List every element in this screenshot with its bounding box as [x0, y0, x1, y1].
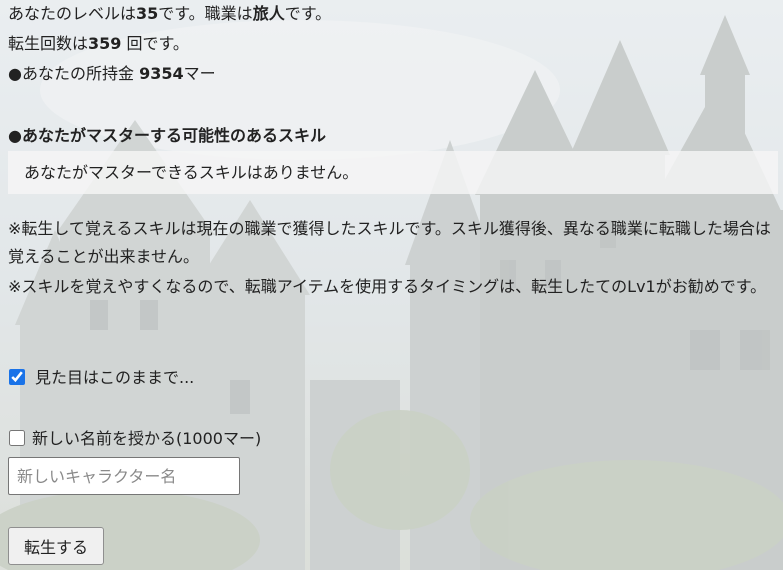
rebirth-button[interactable]: 転生する [8, 527, 104, 565]
level-status: あなたのレベルは35です。職業は旅人です。 [8, 2, 331, 26]
new-name-label[interactable]: 新しい名前を授かる(1000マー) [32, 427, 261, 451]
new-name-input[interactable] [8, 457, 240, 495]
keep-appearance-checkbox[interactable] [9, 369, 25, 385]
job-prefix: です。職業は [158, 4, 253, 23]
job-value: 旅人 [252, 4, 285, 23]
level-suffix: です。 [284, 4, 332, 23]
skills-heading: ●あなたがマスターする可能性のあるスキル [8, 126, 326, 145]
new-name-checkbox[interactable] [9, 430, 25, 446]
rebirth-count: 転生回数は359 回です。 [8, 32, 189, 56]
level-value: 35 [136, 4, 159, 23]
skill-empty-message: あなたがマスターできるスキルはありません。 [24, 163, 359, 182]
rebirth-prefix: 転生回数は [8, 34, 89, 53]
skill-list-box: あなたがマスターできるスキルはありません。 [8, 151, 778, 194]
rebirth-value: 359 [88, 34, 122, 53]
money-prefix: ●あなたの所持金 [8, 64, 140, 83]
note-rebirth-skill: ※転生して覚えるスキルは現在の職業で獲得したスキルです。スキル獲得後、異なる職業… [8, 219, 771, 266]
money-unit: マー [183, 64, 216, 83]
money-value: 9354 [139, 64, 184, 83]
level-prefix: あなたのレベルは [8, 4, 137, 23]
keep-appearance-label[interactable]: 見た目はこのままで... [35, 366, 194, 390]
rebirth-suffix: 回です。 [121, 34, 189, 53]
money-status: ●あなたの所持金 9354マー [8, 62, 216, 86]
note-job-item-timing: ※スキルを覚えやすくなるので、転職アイテムを使用するタイミングは、転生したてのL… [8, 277, 767, 296]
